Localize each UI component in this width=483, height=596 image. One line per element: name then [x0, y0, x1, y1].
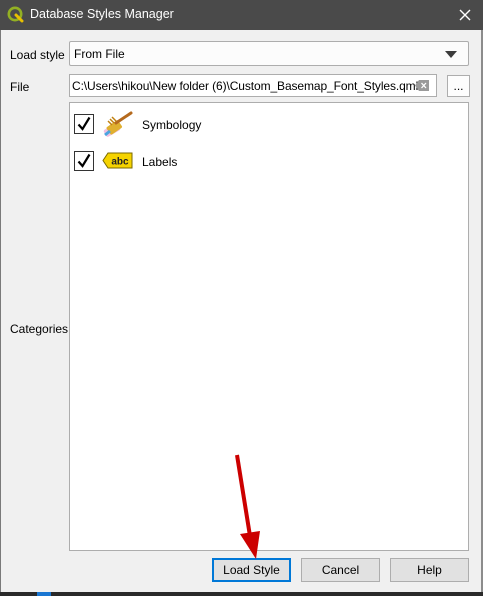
qgis-logo-icon	[7, 6, 24, 23]
labels-icon-text: abc	[111, 157, 129, 168]
labels-checkbox[interactable]	[74, 151, 94, 171]
load-style-label: Load style	[10, 48, 65, 62]
title-bar: Database Styles Manager	[0, 0, 483, 30]
file-label: File	[10, 80, 30, 94]
checkmark-icon	[77, 116, 91, 131]
cancel-button[interactable]: Cancel	[301, 558, 380, 582]
symbology-paintbrush-icon	[103, 111, 133, 137]
symbology-label: Symbology	[142, 118, 202, 132]
categories-list[interactable]: Symbology abc Labels	[69, 102, 469, 551]
chevron-down-icon[interactable]	[445, 51, 457, 58]
load-style-button[interactable]: Load Style	[212, 558, 291, 582]
close-button[interactable]	[447, 0, 483, 30]
file-path-input[interactable]: C:\Users\hikou\New folder (6)\Custom_Bas…	[69, 74, 437, 97]
category-item-symbology[interactable]: Symbology	[74, 111, 454, 137]
labels-abc-icon: abc	[102, 152, 133, 169]
taskbar-strip	[0, 592, 483, 596]
browse-button[interactable]: ...	[447, 75, 470, 97]
window-border-left	[0, 30, 1, 596]
symbology-checkbox[interactable]	[74, 114, 94, 134]
window-title: Database Styles Manager	[30, 7, 174, 21]
clear-text-icon[interactable]	[415, 80, 429, 91]
help-button[interactable]: Help	[390, 558, 469, 582]
close-icon	[459, 9, 471, 21]
category-item-labels[interactable]: abc Labels	[74, 148, 454, 174]
categories-label: Categories	[10, 322, 69, 336]
load-style-select[interactable]: From File	[69, 41, 469, 66]
load-style-value: From File	[74, 47, 125, 61]
checkmark-icon	[77, 153, 91, 168]
taskbar-active-item	[37, 592, 51, 596]
file-path-value: C:\Users\hikou\New folder (6)\Custom_Bas…	[72, 79, 419, 93]
labels-label: Labels	[142, 155, 178, 169]
